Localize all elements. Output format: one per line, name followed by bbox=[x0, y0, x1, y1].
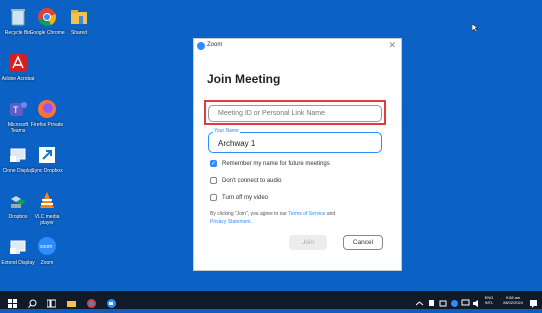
desktop-icon-zoom[interactable]: zoom Zoom bbox=[29, 236, 65, 266]
highlight-box bbox=[204, 100, 386, 125]
network-icon[interactable] bbox=[427, 295, 436, 306]
svg-text:zoom: zoom bbox=[40, 244, 52, 250]
volume-icon[interactable] bbox=[472, 295, 481, 307]
display-icon bbox=[7, 144, 29, 166]
notification-icon[interactable] bbox=[529, 295, 538, 308]
checkbox-icon[interactable] bbox=[210, 193, 217, 201]
zoom-icon: zoom bbox=[36, 236, 58, 258]
video-off-checkbox-row[interactable]: Turn off my video bbox=[210, 193, 268, 203]
task-view-icon[interactable] bbox=[46, 295, 57, 308]
folder-icon bbox=[68, 6, 90, 28]
desktop: Recycle Bin Google Chrome Shared Adobe A… bbox=[0, 0, 542, 291]
vlc-icon bbox=[36, 190, 58, 212]
checkbox-label: Don't connect to audio bbox=[222, 178, 282, 184]
desktop-icon-acrobat[interactable]: Adobe Acrobat bbox=[0, 52, 36, 82]
desktop-icon-firefox[interactable]: Firefox Private bbox=[29, 98, 65, 128]
zoom-icon[interactable] bbox=[107, 295, 116, 308]
mouse-cursor-icon bbox=[471, 19, 479, 33]
svg-text:T: T bbox=[13, 105, 19, 115]
name-field-label: Your Name bbox=[213, 128, 240, 134]
window-title-bar: Zoom ✕ bbox=[194, 39, 401, 53]
desktop-icon-chrome[interactable]: Google Chrome bbox=[29, 6, 65, 36]
desktop-icon-sync-dropbox[interactable]: Sync Dropbox bbox=[29, 144, 65, 174]
windows-start-icon[interactable] bbox=[8, 295, 17, 308]
display-icon bbox=[7, 236, 29, 258]
search-icon[interactable] bbox=[28, 295, 37, 308]
desktop-icon-shared[interactable]: Shared bbox=[61, 6, 97, 36]
chrome-icon bbox=[36, 6, 58, 28]
recycle-bin-icon bbox=[7, 6, 29, 28]
acrobat-icon bbox=[7, 52, 29, 74]
clock[interactable]: 9:58 am 28/02/2024 bbox=[500, 295, 526, 305]
teams-icon: T bbox=[7, 98, 29, 120]
join-button[interactable]: Join bbox=[289, 235, 327, 250]
no-audio-checkbox-row[interactable]: Don't connect to audio bbox=[210, 176, 282, 186]
chevron-up-icon[interactable] bbox=[415, 295, 424, 306]
close-icon[interactable]: ✕ bbox=[388, 40, 396, 51]
window-title: Zoom bbox=[207, 42, 223, 48]
desktop-icon-vlc[interactable]: VLC media player bbox=[29, 190, 65, 226]
onedrive-icon[interactable] bbox=[450, 295, 459, 307]
zoom-join-meeting-window: Zoom ✕ Join Meeting Meeting ID or Person… bbox=[193, 38, 402, 271]
taskbar: ENG INTL 9:58 am 28/02/2024 bbox=[0, 291, 542, 309]
shortcut-icon bbox=[36, 144, 58, 166]
battery-icon[interactable] bbox=[439, 295, 448, 307]
firefox-icon bbox=[36, 98, 58, 120]
dropbox-icon bbox=[7, 190, 29, 212]
display-icon[interactable] bbox=[461, 295, 470, 306]
zoom-logo-icon bbox=[197, 42, 205, 50]
chrome-icon[interactable] bbox=[87, 295, 96, 308]
checkbox-checked-icon[interactable]: ✓ bbox=[210, 159, 217, 167]
name-input[interactable]: Archway 1 bbox=[208, 132, 382, 153]
checkbox-icon[interactable] bbox=[210, 176, 217, 184]
file-explorer-icon[interactable] bbox=[67, 295, 76, 307]
cancel-button[interactable]: Cancel bbox=[343, 235, 383, 250]
privacy-statement-link[interactable]: Privacy Statement bbox=[210, 219, 251, 225]
terms-text: By clicking "Join", you agree to our Ter… bbox=[210, 211, 336, 225]
language-indicator[interactable]: ENG INTL bbox=[482, 295, 496, 305]
terms-of-service-link[interactable]: Terms of Service bbox=[288, 211, 325, 217]
checkbox-label: Remember my name for future meetings bbox=[222, 161, 330, 167]
checkbox-label: Turn off my video bbox=[222, 195, 269, 201]
remember-name-checkbox-row[interactable]: ✓ Remember my name for future meetings bbox=[210, 159, 330, 169]
page-title: Join Meeting bbox=[207, 72, 281, 86]
